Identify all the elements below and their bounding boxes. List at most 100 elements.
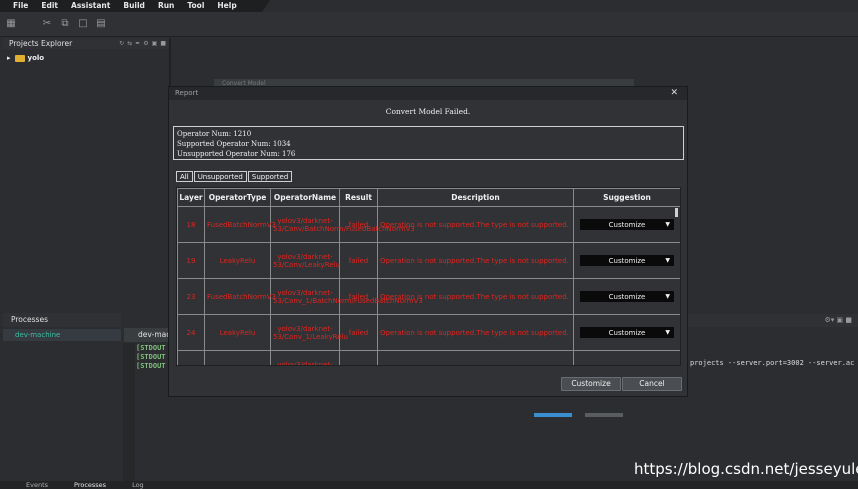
column-header-description[interactable]: Description	[377, 188, 574, 207]
table-row[interactable]: 24 LeakyRelu yolov3/darknet-53/Conv_1/Le…	[177, 314, 680, 351]
column-header-suggestion[interactable]: Suggestion	[573, 188, 680, 207]
paste-icon[interactable]: □	[76, 17, 90, 31]
chevron-down-icon: ▼	[665, 329, 670, 336]
table-header-row: Layer OperatorType OperatorName Result D…	[177, 188, 680, 207]
column-header-operator-name[interactable]: OperatorName	[270, 188, 340, 207]
customize-button[interactable]: Customize	[561, 377, 621, 391]
close-icon[interactable]: ✕	[670, 87, 678, 100]
edit-icon[interactable]: ✒	[135, 40, 140, 47]
cell-description: Operation is not supported.The type is n…	[377, 278, 574, 315]
tab-all[interactable]: All	[176, 171, 193, 182]
unsupported-operator-num: Unsupported Operator Num: 176	[177, 150, 296, 158]
cell-operator-name: yolov3/darknet-53/Conv/LeakyRelu	[270, 242, 340, 279]
cell-suggestion: Customize ▼	[573, 242, 680, 279]
operator-summary: Operator Num: 1210 Supported Operator Nu…	[173, 126, 684, 160]
menu-run[interactable]: Run	[145, 0, 174, 12]
table-scrollbar[interactable]	[675, 208, 678, 217]
copy-icon[interactable]: ⧉	[58, 17, 72, 31]
cell-operator-type: LeakyRelu	[204, 314, 271, 351]
tab-log[interactable]: Log	[118, 481, 144, 489]
cell-operator-type: FusedBatchNormV3	[204, 278, 276, 315]
table-row[interactable]: 23 FusedBatchNormV3 yolov3/darknet-53/Co…	[177, 278, 680, 315]
tab-processes[interactable]: Processes	[60, 481, 106, 489]
cell-layer: 19	[177, 242, 205, 279]
folder-icon	[14, 54, 25, 62]
operator-table: Layer OperatorType OperatorName Result D…	[176, 187, 681, 366]
cell-layer: 23	[177, 278, 205, 315]
tree-item-label: yolo	[27, 54, 45, 62]
column-header-layer[interactable]: Layer	[177, 188, 205, 207]
process-dev-machine[interactable]: dev-machine	[3, 329, 121, 341]
restore-icon[interactable]: ▣	[152, 40, 158, 47]
menu-tool[interactable]: Tool	[174, 0, 204, 12]
menu-edit[interactable]: Edit	[28, 0, 58, 12]
watermark-text: https://blog.csdn.net/jesseyule	[634, 460, 858, 478]
cell-suggestion: Customize ▼	[573, 206, 680, 243]
suggestion-value: Customize	[608, 220, 646, 229]
cell-layer	[177, 350, 205, 365]
suggestion-select[interactable]: Customize ▼	[580, 219, 674, 230]
chevron-right-icon[interactable]: ▸	[7, 54, 11, 62]
cell-description: Operation is not supported.The type is n…	[377, 242, 574, 279]
processes-panel: Processes dev-machine	[3, 313, 121, 481]
maximize-icon[interactable]: ■	[160, 40, 166, 47]
bottom-tab-bar: Events Processes Log	[0, 481, 858, 489]
cut-icon[interactable]: ✂	[40, 17, 54, 31]
cell-description: Operation is not supported.The type is n…	[377, 206, 574, 243]
chevron-down-icon: ▼	[665, 257, 670, 264]
tree-item-yolo[interactable]: ▸ yolo	[3, 52, 169, 64]
menu-assistant[interactable]: Assistant	[58, 0, 110, 12]
cell-operator-type: FusedBatchNormV3	[204, 206, 276, 243]
cancel-button[interactable]: Cancel	[622, 377, 682, 391]
cell-description: Operation is not supported.The type is n…	[377, 314, 574, 351]
menu-help[interactable]: Help	[204, 0, 236, 12]
convert-dialog-button-behind	[534, 413, 572, 417]
column-header-operator-type[interactable]: OperatorType	[204, 188, 271, 207]
open-folder-icon[interactable]: ▦	[4, 17, 18, 31]
cell-operator-name: yolov3/darknet-53/Conv_1/LeakyRelu	[270, 314, 348, 351]
tab-events[interactable]: Events	[12, 481, 48, 489]
menu-bar-tail	[262, 0, 858, 12]
report-dialog-title: Report	[175, 89, 199, 97]
suggestion-select[interactable]: Customize ▼	[580, 255, 674, 266]
cell-suggestion	[573, 350, 680, 365]
tab-supported[interactable]: Supported	[247, 171, 293, 182]
suggestion-select[interactable]: Customize ▼	[580, 291, 674, 302]
cell-description	[377, 350, 574, 365]
suggestion-value: Customize	[608, 256, 646, 265]
convert-dialog-button-behind	[585, 413, 623, 417]
console-line: [STDOUT	[136, 344, 166, 352]
suggestion-value: Customize	[608, 328, 646, 337]
console-line: [STDOUT	[136, 362, 166, 370]
tab-unsupported[interactable]: Unsupported	[193, 171, 247, 182]
console-command-text: projects --server.port=3002 --server.ac	[690, 359, 855, 367]
column-header-result[interactable]: Result	[339, 188, 378, 207]
cell-operator-type: FusedBatchNorm	[204, 350, 271, 365]
operator-num: Operator Num: 1210	[177, 130, 252, 138]
cell-layer: 18	[177, 206, 205, 243]
cell-operator-type: LeakyRelu	[204, 242, 271, 279]
cell-result	[339, 350, 378, 365]
table-row[interactable]: 19 LeakyRelu yolov3/darknet-53/Conv/Leak…	[177, 242, 680, 279]
processes-toolbar: ⚙▾ ▣ ■	[686, 314, 858, 327]
cell-suggestion: Customize ▼	[573, 314, 680, 351]
processes-toolbar-icons[interactable]: ⚙▾ ▣ ■	[825, 316, 852, 324]
console-line: [STDOUT	[136, 353, 166, 361]
menu-file[interactable]: File	[0, 0, 28, 12]
cell-layer: 24	[177, 314, 205, 351]
settings-icon[interactable]: ⚙	[143, 40, 148, 47]
delete-icon[interactable]: ▤	[94, 17, 108, 31]
table-row[interactable]: FusedBatchNorm yolov3/darknet-53/Conv_2/…	[177, 350, 680, 365]
link-icon[interactable]: ⇆	[127, 40, 132, 47]
cell-operator-name: yolov3/darknet-53/Conv_2/Batch	[270, 350, 340, 365]
suggestion-value: Customize	[608, 292, 646, 301]
refresh-icon[interactable]: ↻	[119, 40, 124, 47]
cell-result: failed	[339, 242, 378, 279]
suggestion-select[interactable]: Customize ▼	[580, 327, 674, 338]
table-row[interactable]: 18 FusedBatchNormV3 yolov3/darknet-53/Co…	[177, 206, 680, 243]
report-dialog: Report ✕ Convert Model Failed. Operator …	[168, 86, 688, 397]
chevron-down-icon: ▼	[665, 221, 670, 228]
menu-build[interactable]: Build	[110, 0, 145, 12]
projects-explorer-header: Projects Explorer ↻ ⇆ ✒ ⚙ ▣ ■	[3, 38, 169, 49]
supported-operator-num: Supported Operator Num: 1034	[177, 140, 291, 148]
